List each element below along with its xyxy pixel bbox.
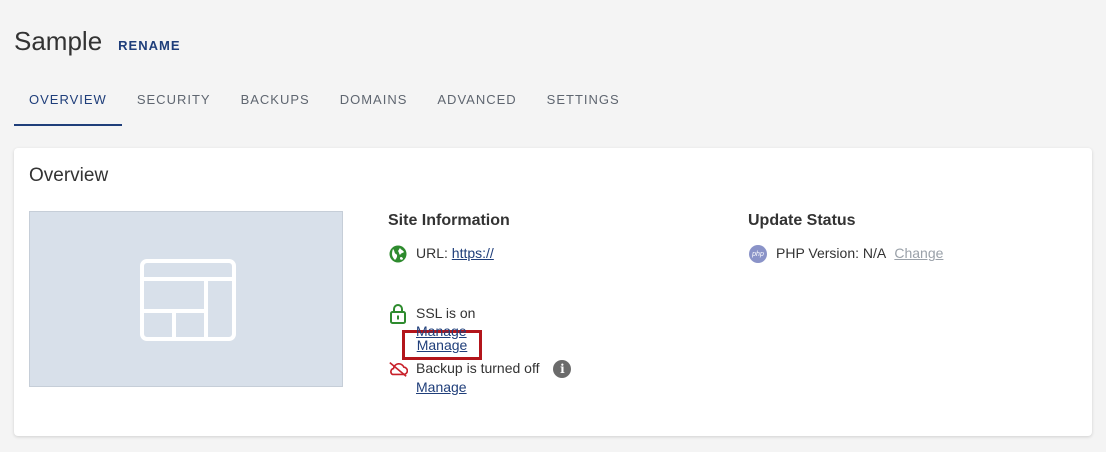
globe-icon [388,244,408,264]
lock-icon [388,304,408,324]
backup-manage-link[interactable]: Manage [416,379,467,395]
tab-overview[interactable]: OVERVIEW [14,86,122,126]
site-information-heading: Site Information [388,212,510,229]
php-version-text: PHP Version: N/A [776,245,886,261]
tab-advanced[interactable]: ADVANCED [422,86,531,126]
layout-placeholder-icon [140,259,236,341]
cloud-off-icon [388,359,408,379]
php-row: php PHP Version: N/A Change [748,244,943,264]
info-icon[interactable]: i [553,360,572,379]
ssl-manage-link[interactable]: Manage [416,323,467,339]
backup-row: Backup is turned off i Manage [388,359,572,396]
rename-button[interactable]: RENAME [118,38,180,53]
site-information-section: Site Information URL: https:// Manage SS… [388,212,708,395]
page-header: Sample RENAME [14,26,181,57]
url-label: URL: [416,245,448,261]
overview-title: Overview [29,165,109,186]
url-row: URL: https:// [388,244,494,264]
php-icon: php [749,245,767,263]
url-link[interactable]: https:// [452,245,494,261]
page-title: Sample [14,26,103,56]
tab-domains[interactable]: DOMAINS [325,86,423,126]
backup-status-text: Backup is turned off [416,360,540,376]
tab-bar: OVERVIEW SECURITY BACKUPS DOMAINS ADVANC… [14,86,635,126]
site-thumbnail [29,211,343,387]
tab-backups[interactable]: BACKUPS [226,86,325,126]
update-status-section: Update Status php PHP Version: N/A Chang… [748,212,1068,263]
update-status-heading: Update Status [748,212,856,229]
ssl-row: SSL is on Manage [388,304,475,340]
overview-card: Overview Site Information URL: https:// … [14,148,1092,436]
ssl-status-text: SSL is on [416,305,476,321]
tab-security[interactable]: SECURITY [122,86,226,126]
php-change-link[interactable]: Change [894,245,943,261]
tab-settings[interactable]: SETTINGS [532,86,635,126]
